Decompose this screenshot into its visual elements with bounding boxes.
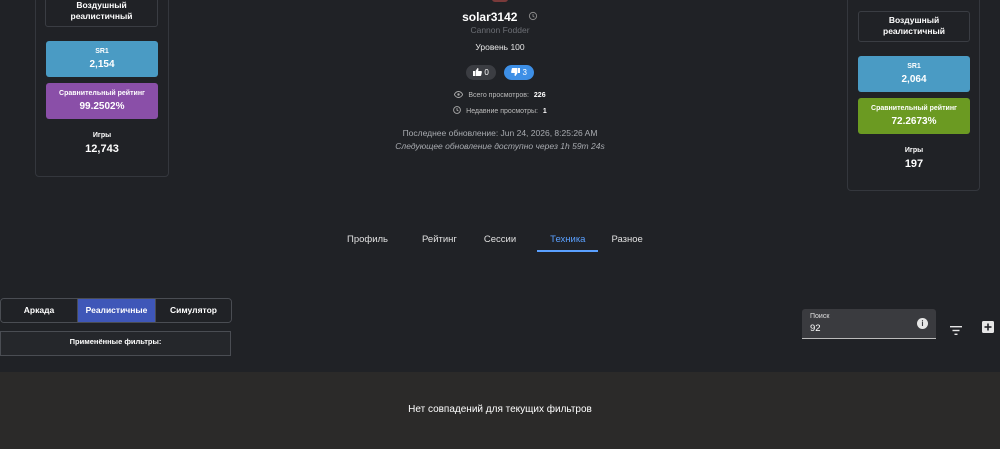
user-level: Уровень 100 [475, 42, 525, 52]
mode-realistic-button[interactable]: Реалистичные [78, 299, 155, 322]
left-sr1-tile: SR1 2,154 [46, 41, 158, 77]
right-rating-label: Сравнительный рейтинг [871, 105, 957, 112]
right-games: Игры 197 [858, 147, 970, 170]
eye-icon [454, 91, 464, 100]
tab-profile[interactable]: Профиль [334, 226, 401, 252]
info-icon[interactable]: i [917, 318, 928, 329]
results-panel: Нет совпадений для текущих фильтров [0, 372, 1000, 449]
search-input[interactable]: 92 [810, 323, 821, 334]
thumb-up-icon [473, 66, 482, 81]
like-count: 0 [484, 68, 489, 77]
right-games-value: 197 [904, 158, 924, 170]
left-stats-card: Воздушный реалистичный SR1 2,154 Сравнит… [35, 0, 169, 177]
left-rating-tile: Сравнительный рейтинг 99.2502% [46, 83, 158, 119]
profile-tabs: Профиль Рейтинг Сессии Техника Разное [334, 226, 656, 252]
left-mode-label: Воздушный реалистичный [45, 0, 158, 27]
history-icon[interactable] [528, 8, 538, 26]
left-rating-label: Сравнительный рейтинг [59, 90, 145, 97]
search-field[interactable]: Поиск 92 i [802, 309, 936, 339]
right-rating-tile: Сравнительный рейтинг 72.2673% [858, 98, 970, 134]
right-mode-label: Воздушный реалистичный [858, 11, 970, 42]
right-rating-value: 72.2673% [891, 116, 937, 127]
search-label: Поиск [810, 313, 830, 320]
mode-arcade-button[interactable]: Аркада [1, 299, 78, 322]
dislike-count: 3 [522, 68, 527, 77]
tab-vehicles[interactable]: Техника [537, 226, 599, 252]
username: solar3142 [462, 10, 518, 25]
left-games-label: Игры [92, 132, 112, 139]
clock-icon [453, 106, 462, 116]
add-box-icon[interactable] [982, 320, 994, 333]
right-games-label: Игры [904, 147, 924, 154]
dislike-button[interactable]: 3 [504, 65, 534, 80]
right-sr1-tile: SR1 2,064 [858, 56, 970, 92]
avatar [492, 0, 508, 2]
next-update: Следующее обновление доступно через 1h 5… [395, 141, 605, 151]
recent-views-value: 1 [542, 108, 547, 115]
left-rating-value: 99.2502% [79, 101, 125, 112]
left-sr1-value: 2,154 [89, 59, 115, 70]
empty-message: Нет совпадений для текущих фильтров [408, 404, 592, 415]
recent-views-row: Недавние просмотры: 1 [300, 106, 700, 116]
vote-row: 0 3 [300, 62, 700, 80]
left-games: Игры 12,743 [46, 132, 158, 155]
right-stats-card: Воздушный реалистичный SR1 2,064 Сравнит… [847, 0, 980, 191]
right-sr1-label: SR1 [907, 63, 921, 70]
total-views-value: 226 [533, 92, 546, 99]
recent-views-label: Недавние просмотры: [466, 108, 538, 115]
left-sr1-label: SR1 [95, 48, 109, 55]
filter-icon[interactable] [950, 322, 962, 335]
right-sr1-value: 2,064 [901, 74, 927, 85]
last-update: Последнее обновление: Jun 24, 2026, 8:25… [402, 128, 598, 138]
applied-filters: Применённые фильтры: [0, 331, 231, 356]
like-button[interactable]: 0 [466, 65, 496, 80]
tab-rating[interactable]: Рейтинг [409, 226, 470, 252]
username-row: solar3142 [300, 8, 700, 26]
tab-misc[interactable]: Разное [598, 226, 655, 252]
tab-sessions[interactable]: Сессии [471, 226, 529, 252]
total-views-row: Всего просмотров: 226 [300, 91, 700, 100]
game-mode-selector: Аркада Реалистичные Симулятор [0, 298, 232, 323]
user-title: Cannon Fodder [470, 25, 530, 35]
left-games-value: 12,743 [85, 143, 119, 155]
mode-simulator-button[interactable]: Симулятор [155, 299, 231, 322]
thumb-down-icon [511, 66, 521, 81]
total-views-label: Всего просмотров: [468, 92, 529, 99]
